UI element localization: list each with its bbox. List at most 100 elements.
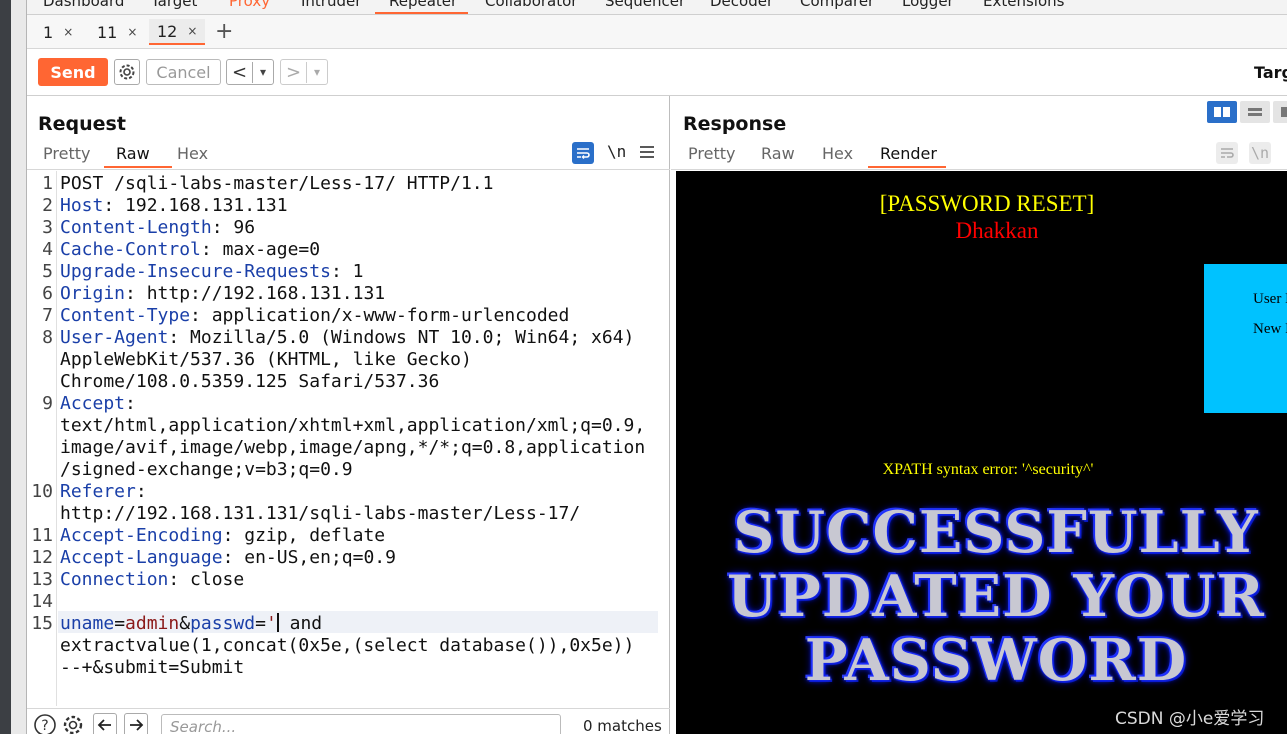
request-line: uname=admin&passwd=' and bbox=[60, 613, 322, 635]
request-line: Cache-Control: max-age=0 bbox=[60, 239, 320, 261]
tab-pretty[interactable]: Pretty bbox=[37, 144, 96, 168]
header-name: Accept-Language bbox=[60, 547, 223, 568]
header-name: uname bbox=[60, 613, 115, 634]
tab-comparer[interactable]: Comparer bbox=[800, 0, 874, 10]
tab-extensions[interactable]: Extensions bbox=[983, 0, 1064, 10]
forward-history-dropdown[interactable]: ▾ bbox=[307, 65, 327, 79]
tab-hex[interactable]: Hex bbox=[171, 144, 214, 168]
tab-raw[interactable]: Raw bbox=[104, 144, 172, 168]
tab-intruder[interactable]: Intruder bbox=[301, 0, 361, 10]
show-newlines-button[interactable]: \n bbox=[1249, 142, 1271, 164]
back-history-dropdown[interactable]: ▾ bbox=[253, 65, 273, 79]
send-button[interactable]: Send bbox=[38, 58, 108, 86]
search-settings-button[interactable] bbox=[61, 713, 85, 734]
tab-render[interactable]: Render bbox=[868, 144, 946, 168]
header-name: Accept bbox=[60, 393, 126, 414]
header-name: Cache-Control bbox=[60, 239, 201, 260]
code-text: text/html,application/xhtml+xml,applicat… bbox=[60, 415, 646, 436]
columns-icon bbox=[1214, 107, 1230, 117]
line-number: 7 bbox=[42, 305, 53, 326]
request-line: Host: 192.168.131.131 bbox=[60, 195, 288, 217]
request-line: Referer: bbox=[60, 481, 147, 503]
tab-decoder[interactable]: Decoder bbox=[710, 0, 773, 10]
tab-target[interactable]: Target bbox=[151, 0, 197, 10]
header-name: Content-Length bbox=[60, 217, 212, 238]
page-heading: [PASSWORD RESET] bbox=[879, 191, 1095, 216]
code-text: : gzip, deflate bbox=[222, 525, 386, 546]
request-line: User-Agent: Mozilla/5.0 (Windows NT 10.0… bbox=[60, 327, 634, 349]
help-icon: ? bbox=[34, 714, 56, 734]
close-icon[interactable]: × bbox=[127, 25, 137, 39]
tab-dashboard[interactable]: Dashboard bbox=[43, 0, 124, 10]
next-match-button[interactable] bbox=[124, 713, 148, 734]
code-text: : close bbox=[168, 569, 245, 590]
tab-logger[interactable]: Logger bbox=[902, 0, 954, 10]
request-line: --+&submit=Submit bbox=[60, 657, 244, 679]
request-line: image/avif,image/webp,image/apng,*/*;q=0… bbox=[60, 437, 645, 459]
code-text: --+&submit=Submit bbox=[60, 657, 245, 678]
code-text: Chrome/108.0.5359.125 Safari/537.36 bbox=[60, 371, 440, 392]
tab-pretty[interactable]: Pretty bbox=[682, 144, 741, 168]
divider bbox=[27, 169, 670, 170]
request-line: text/html,application/xhtml+xml,applicat… bbox=[60, 415, 645, 437]
banner-line: PASSWORD bbox=[804, 627, 1188, 694]
tab-hex[interactable]: Hex bbox=[816, 144, 859, 168]
code-text: : 96 bbox=[211, 217, 256, 238]
tab-sequencer[interactable]: Sequencer bbox=[605, 0, 685, 10]
code-text: : bbox=[135, 481, 147, 502]
code-text: = bbox=[255, 613, 266, 634]
header-name: Content-Type bbox=[60, 305, 191, 326]
code-text: : 192.168.131.131 bbox=[103, 195, 288, 216]
match-count: 0 matches bbox=[583, 717, 662, 734]
previous-match-button[interactable] bbox=[93, 713, 117, 734]
wrap-icon bbox=[1221, 148, 1234, 158]
gear-icon bbox=[119, 64, 135, 80]
close-icon[interactable]: × bbox=[63, 25, 73, 39]
cancel-button[interactable]: Cancel bbox=[146, 59, 221, 85]
code-text: : http://192.168.131.131 bbox=[125, 283, 386, 304]
xpath-error-message: XPATH syntax error: '^security^' bbox=[882, 461, 1094, 478]
wrap-lines-button[interactable] bbox=[1216, 142, 1238, 164]
layout-side-by-side-button[interactable] bbox=[1207, 101, 1237, 123]
help-button[interactable]: ? bbox=[33, 713, 57, 734]
code-text: POST /sqli-labs-master/Less-17/ HTTP/1.1 bbox=[60, 173, 494, 194]
layout-stacked-button[interactable] bbox=[1240, 101, 1270, 123]
wrap-lines-button[interactable] bbox=[572, 142, 594, 164]
code-text: : bbox=[125, 393, 136, 414]
repeater-tab-1[interactable]: 1 × bbox=[35, 19, 81, 45]
code-text: : en-US,en;q=0.9 bbox=[222, 547, 396, 568]
repeater-tab-11[interactable]: 11 × bbox=[89, 19, 145, 45]
show-newlines-button[interactable]: \n bbox=[607, 142, 626, 161]
layout-tabs-button[interactable] bbox=[1273, 101, 1287, 123]
search-input[interactable]: Search... bbox=[161, 714, 561, 734]
code-text: and bbox=[278, 613, 323, 634]
settings-button[interactable] bbox=[114, 59, 140, 85]
request-line: POST /sqli-labs-master/Less-17/ HTTP/1.1 bbox=[60, 173, 493, 195]
request-line: Origin: http://192.168.131.131 bbox=[60, 283, 385, 305]
repeater-tab-12[interactable]: 12 × bbox=[149, 19, 206, 45]
tab-proxy[interactable]: Proxy bbox=[229, 0, 270, 10]
response-title: Response bbox=[683, 113, 787, 135]
banner-line: SUCCESSFULLY bbox=[733, 499, 1259, 566]
code-text: : max-age=0 bbox=[200, 239, 321, 260]
header-name: Accept-Encoding bbox=[60, 525, 223, 546]
request-editor[interactable]: 1 2 3 4 5 6 7 8 9 10 11 12 13 14 15 POST /sqli-labs-ma… bbox=[27, 171, 670, 706]
line-number-gutter: 1 2 3 4 5 6 7 8 9 10 11 12 13 14 15 bbox=[27, 171, 57, 706]
layout-toggle-group bbox=[1207, 101, 1287, 123]
tab-raw[interactable]: Raw bbox=[755, 144, 801, 168]
request-line: AppleWebKit/537.36 (KHTML, like Gecko) bbox=[60, 349, 472, 371]
close-icon[interactable]: × bbox=[187, 24, 197, 38]
repeater-tab-label: 12 bbox=[157, 21, 178, 41]
code-text: image/avif,image/webp,image/apng,*/*;q=0… bbox=[60, 437, 646, 458]
search-bar: ? Search... 0 matches bbox=[27, 708, 670, 734]
rows-icon bbox=[1248, 108, 1262, 116]
add-tab-button[interactable]: + bbox=[215, 19, 233, 45]
tab-repeater[interactable]: Repeater bbox=[389, 0, 457, 10]
line-number: 12 bbox=[31, 547, 53, 568]
banner-line: UPDATED YOUR bbox=[727, 563, 1265, 630]
forward-button[interactable]: > bbox=[281, 61, 307, 83]
menu-button[interactable] bbox=[639, 144, 655, 160]
target-label[interactable]: Targ bbox=[1254, 63, 1287, 82]
tab-collaborator[interactable]: Collaborator bbox=[485, 0, 577, 10]
back-button[interactable]: < bbox=[227, 61, 253, 83]
